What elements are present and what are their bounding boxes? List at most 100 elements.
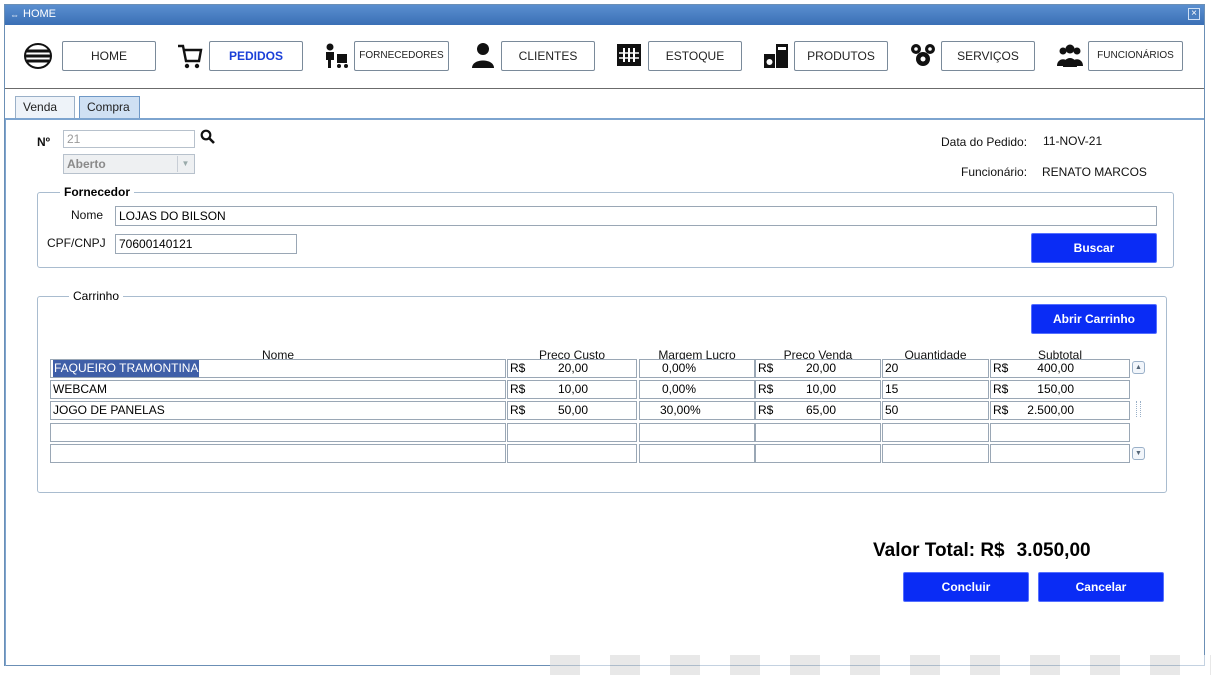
table-row-margin[interactable]: 0,00% bbox=[639, 380, 755, 399]
tab-compra[interactable]: Compra bbox=[79, 96, 140, 118]
content-border bbox=[5, 118, 6, 666]
table-row-empty-cell[interactable] bbox=[882, 444, 989, 463]
cell-value: 20,00 bbox=[805, 361, 836, 375]
supplier-legend: Fornecedor bbox=[60, 185, 135, 199]
nav-pedidos-button[interactable]: PEDIDOS bbox=[209, 41, 303, 71]
warehouse-icon bbox=[617, 44, 641, 66]
cell-value: 10,00 bbox=[805, 382, 836, 396]
nav-servicos-button[interactable]: SERVIÇOS bbox=[941, 41, 1035, 71]
cell-value: 10,00 bbox=[557, 382, 588, 396]
search-supplier-button[interactable]: Buscar bbox=[1031, 233, 1157, 263]
cell-text: FAQUEIRO TRAMONTINA bbox=[53, 360, 200, 377]
table-row-name[interactable]: FAQUEIRO TRAMONTINA bbox=[50, 359, 506, 378]
currency-label: R$ bbox=[510, 382, 526, 396]
cell-value: 50 bbox=[885, 403, 899, 417]
nav-clientes-button[interactable]: CLIENTES bbox=[501, 41, 595, 71]
table-row-name[interactable]: WEBCAM bbox=[50, 380, 506, 399]
supplier-doc-field[interactable]: 70600140121 bbox=[115, 234, 297, 254]
search-icon[interactable] bbox=[200, 129, 216, 145]
cell-value: 0,00% bbox=[662, 382, 697, 396]
main-navbar: HOME PEDIDOS FORNECEDORES CLIENTES ESTOQ… bbox=[5, 27, 1204, 89]
cell-text: WEBCAM bbox=[53, 382, 107, 396]
table-row-empty-cell[interactable] bbox=[990, 423, 1130, 442]
total-value: 3.050,00 bbox=[1016, 540, 1091, 561]
nav-produtos-button[interactable]: PRODUTOS bbox=[794, 41, 888, 71]
background-watermark bbox=[550, 655, 1211, 675]
table-row-empty-cell[interactable] bbox=[507, 423, 637, 442]
products-icon bbox=[764, 44, 788, 68]
table-row-empty-cell[interactable] bbox=[755, 423, 881, 442]
table-row-margin[interactable]: 30,00% bbox=[639, 401, 755, 420]
globe-icon bbox=[24, 43, 52, 69]
nav-fornecedores-button[interactable]: FORNECEDORES bbox=[354, 41, 449, 71]
table-row-qty[interactable]: 20 bbox=[882, 359, 989, 378]
table-row-subtotal[interactable]: R$ 2.500,00 bbox=[990, 401, 1130, 420]
table-row-cost[interactable]: R$ 10,00 bbox=[507, 380, 637, 399]
order-status-select[interactable]: Aberto ▼ bbox=[63, 154, 195, 174]
cell-value: 65,00 bbox=[805, 403, 836, 417]
cell-value: 20 bbox=[885, 361, 899, 375]
services-icon bbox=[911, 44, 935, 66]
table-row-price[interactable]: R$ 65,00 bbox=[755, 401, 881, 420]
currency-label: R$ bbox=[993, 403, 1009, 417]
cell-text: JOGO DE PANELAS bbox=[53, 403, 165, 417]
currency-label: R$ bbox=[758, 382, 774, 396]
order-status-value: Aberto bbox=[67, 157, 106, 171]
currency-label: R$ bbox=[993, 382, 1009, 396]
scrollbar-grip[interactable] bbox=[1136, 401, 1141, 417]
title-bar: ⇔ HOME × bbox=[5, 5, 1204, 25]
close-icon[interactable]: × bbox=[1188, 8, 1200, 20]
confirm-button[interactable]: Concluir bbox=[903, 572, 1029, 602]
open-cart-button[interactable]: Abrir Carrinho bbox=[1031, 304, 1157, 334]
table-row-empty-cell[interactable] bbox=[50, 444, 506, 463]
window-title: HOME bbox=[23, 8, 56, 20]
main-window: ⇔ HOME × HOME PEDIDOS FORNECEDORES CLIEN… bbox=[4, 4, 1205, 666]
cart-legend: Carrinho bbox=[69, 289, 124, 303]
table-row-name[interactable]: JOGO DE PANELAS bbox=[50, 401, 506, 420]
tab-divider bbox=[5, 118, 1204, 120]
table-row-qty[interactable]: 50 bbox=[882, 401, 989, 420]
tab-venda[interactable]: Venda bbox=[15, 96, 75, 118]
supplier-icon bbox=[326, 43, 348, 68]
scroll-down-icon[interactable]: ▼ bbox=[1132, 447, 1145, 460]
cancel-button[interactable]: Cancelar bbox=[1038, 572, 1164, 602]
order-number-field[interactable]: 21 bbox=[63, 130, 195, 148]
chevron-down-icon: ▼ bbox=[177, 156, 193, 172]
table-row-subtotal[interactable]: R$ 400,00 bbox=[990, 359, 1130, 378]
currency-label: R$ bbox=[758, 403, 774, 417]
order-date-value: 11-NOV-21 bbox=[1043, 134, 1103, 148]
nav-home-button[interactable]: HOME bbox=[62, 41, 156, 71]
scroll-up-icon[interactable]: ▲ bbox=[1132, 361, 1145, 374]
order-number-label: Nº bbox=[37, 135, 51, 149]
supplier-name-field[interactable]: LOJAS DO BILSON bbox=[115, 206, 1157, 226]
nav-estoque-button[interactable]: ESTOQUE bbox=[648, 41, 742, 71]
cell-value: 150,00 bbox=[1037, 382, 1074, 396]
table-row-cost[interactable]: R$ 20,00 bbox=[507, 359, 637, 378]
employee-value: RENATO MARCOS bbox=[1042, 165, 1147, 179]
table-row-empty-cell[interactable] bbox=[882, 423, 989, 442]
table-row-empty-cell[interactable] bbox=[50, 423, 506, 442]
currency-label: R$ bbox=[993, 361, 1009, 375]
table-row-subtotal[interactable]: R$ 150,00 bbox=[990, 380, 1130, 399]
supplier-group bbox=[37, 192, 1174, 268]
employee-label: Funcionário: bbox=[961, 165, 1028, 179]
cell-value: 2.500,00 bbox=[1027, 403, 1074, 417]
cart-icon bbox=[178, 44, 203, 69]
table-row-price[interactable]: R$ 20,00 bbox=[755, 359, 881, 378]
table-row-cost[interactable]: R$ 50,00 bbox=[507, 401, 637, 420]
cell-value: 15 bbox=[885, 382, 899, 396]
cell-value: 0,00% bbox=[662, 361, 697, 375]
table-row-empty-cell[interactable] bbox=[639, 423, 755, 442]
table-row-empty-cell[interactable] bbox=[507, 444, 637, 463]
table-row-margin[interactable]: 0,00% bbox=[639, 359, 755, 378]
table-row-empty-cell[interactable] bbox=[639, 444, 755, 463]
total-label: Valor Total: R$ bbox=[873, 540, 1005, 561]
table-row-price[interactable]: R$ 10,00 bbox=[755, 380, 881, 399]
nav-funcionarios-button[interactable]: FUNCIONÁRIOS bbox=[1088, 41, 1183, 71]
table-row-qty[interactable]: 15 bbox=[882, 380, 989, 399]
currency-label: R$ bbox=[510, 403, 526, 417]
table-row-empty-cell[interactable] bbox=[990, 444, 1130, 463]
order-date-label: Data do Pedido: bbox=[941, 135, 1028, 149]
cell-value: 50,00 bbox=[557, 403, 588, 417]
table-row-empty-cell[interactable] bbox=[755, 444, 881, 463]
